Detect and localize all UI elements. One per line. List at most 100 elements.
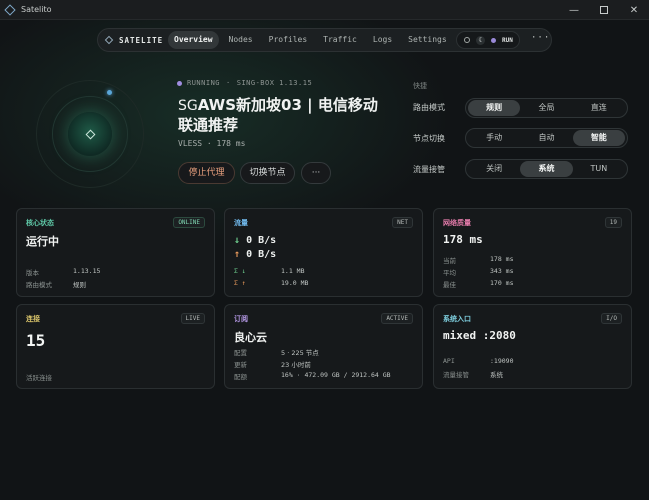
config-key: 配置 — [234, 349, 247, 357]
total-up-value: 19.0 MB — [281, 279, 309, 287]
theme-toggle-button[interactable]: ☾ — [476, 35, 485, 45]
version-key: 版本 — [26, 269, 39, 277]
system-entry-card[interactable]: 系统入口 I/O mixed :2080 API :19090 流量接管 系统 — [433, 304, 632, 389]
switch-node-button[interactable]: 切换节点 — [240, 162, 295, 184]
routing-mode-segment: 规则 全局 直连 — [465, 98, 628, 118]
average-key: 平均 — [443, 269, 456, 277]
updated-value: 23 小时前 — [281, 361, 311, 369]
latency-value: 178 ms — [443, 233, 483, 246]
nav-status-group: ☾ RUN — [456, 31, 520, 49]
download-arrow-icon: ↓ — [234, 235, 241, 246]
country-code: SG — [178, 98, 198, 114]
top-nav: SATELITE Overview Nodes Profiles Traffic… — [97, 28, 552, 52]
takeover-value: 系统 — [490, 371, 503, 379]
nav-more-button[interactable]: ··· — [531, 33, 550, 43]
card-label: 系统入口 — [443, 315, 471, 323]
brand-diamond-icon — [104, 35, 114, 45]
download-speed: ↓ 0 B/s — [234, 235, 276, 246]
window-titlebar: Satelito — ✕ — [0, 0, 649, 20]
brand[interactable]: SATELITE — [104, 35, 168, 45]
updated-key: 更新 — [234, 361, 247, 369]
best-value: 170 ms — [490, 279, 514, 287]
core-version-label: SING-BOX 1.13.15 — [236, 79, 313, 87]
takeover-key: 流量接管 — [443, 371, 469, 379]
switch-option-smart[interactable]: 智能 — [572, 130, 625, 146]
minimize-button[interactable]: — — [559, 0, 589, 20]
current-node-title: SGAWS新加坡03 | 电信移动联通推荐 — [178, 96, 388, 135]
window-title: Satelito — [21, 5, 52, 14]
moon-icon: ☾ — [478, 36, 483, 44]
quality-count-badge: 19 — [604, 217, 622, 228]
total-down-value: 1.1 MB — [281, 267, 305, 275]
tab-traffic[interactable]: Traffic — [317, 31, 363, 49]
brand-name: SATELITE — [119, 35, 164, 45]
takeover-option-off[interactable]: 关闭 — [468, 161, 520, 177]
entry-value: mixed :2080 — [443, 329, 516, 342]
net-badge: NET — [392, 217, 413, 228]
status-separator: · — [226, 79, 231, 87]
traffic-takeover-segment: 关闭 系统 TUN — [465, 159, 628, 179]
tab-overview[interactable]: Overview — [168, 31, 219, 49]
running-label: RUNNING — [187, 79, 221, 87]
run-status-dot — [491, 37, 496, 43]
total-down-key: Σ ↓ — [234, 267, 246, 275]
stop-proxy-button[interactable]: 停止代理 — [178, 162, 235, 184]
core-status-card[interactable]: 核心状态 ONLINE 运行中 版本 1.13.15 路由模式 规则 — [16, 208, 215, 297]
node-switch-segment: 手动 自动 智能 — [465, 128, 628, 148]
upload-arrow-icon: ↑ — [234, 249, 241, 260]
minimize-icon: — — [569, 4, 579, 16]
connection-count: 15 — [26, 331, 46, 350]
upload-speed-value: 0 B/s — [246, 249, 277, 260]
takeover-option-tun[interactable]: TUN — [573, 161, 625, 177]
quota-value: 16% · 472.09 GB / 2912.64 GB — [281, 371, 391, 379]
subscription-name: 良心云 — [234, 331, 267, 344]
app-logo-icon — [4, 3, 16, 16]
switch-option-manual[interactable]: 手动 — [468, 130, 520, 146]
switch-option-auto[interactable]: 自动 — [520, 130, 572, 146]
quota-key: 配额 — [234, 373, 247, 381]
api-value: :19090 — [490, 357, 514, 365]
config-value: 5 · 225 节点 — [281, 349, 319, 357]
tab-logs[interactable]: Logs — [367, 31, 398, 49]
status-line: RUNNING · SING-BOX 1.13.15 — [177, 79, 312, 87]
ring-icon[interactable] — [464, 37, 470, 43]
card-label: 订阅 — [234, 315, 248, 323]
card-label: 核心状态 — [26, 219, 54, 227]
connection-orb[interactable] — [68, 112, 112, 156]
active-connections-label: 活跃连接 — [26, 374, 52, 382]
routing-option-rule[interactable]: 规则 — [468, 100, 521, 116]
subscription-card[interactable]: 订阅 ACTIVE 良心云 配置 5 · 225 节点 更新 23 小时前 配额… — [224, 304, 423, 389]
traffic-card[interactable]: 流量 NET ↓ 0 B/s ↑ 0 B/s Σ ↓ 1.1 MB Σ ↑ 19… — [224, 208, 423, 297]
nav-tabs: Overview Nodes Profiles Traffic Logs Set… — [168, 31, 453, 49]
tab-settings[interactable]: Settings — [402, 31, 453, 49]
traffic-takeover-label: 流量接管 — [413, 165, 445, 174]
diamond-icon — [85, 129, 95, 139]
routing-option-direct[interactable]: 直连 — [573, 100, 625, 116]
maximize-icon — [600, 6, 608, 14]
routing-mode-label: 路由模式 — [413, 103, 445, 112]
tab-nodes[interactable]: Nodes — [223, 31, 259, 49]
routing-mode-key: 路由模式 — [26, 281, 52, 289]
orbit-satellite-dot — [107, 90, 112, 95]
main-area: SATELITE Overview Nodes Profiles Traffic… — [0, 20, 649, 500]
current-key: 当前 — [443, 257, 456, 265]
quick-section-label: 快捷 — [413, 82, 427, 90]
upload-speed: ↑ 0 B/s — [234, 249, 276, 260]
api-key: API — [443, 357, 455, 365]
total-up-key: Σ ↑ — [234, 279, 246, 287]
routing-option-global[interactable]: 全局 — [520, 100, 572, 116]
card-label: 网络质量 — [443, 219, 471, 227]
live-badge: LIVE — [180, 313, 205, 324]
active-badge: ACTIVE — [381, 313, 413, 324]
node-switch-label: 节点切换 — [413, 134, 445, 143]
hero-more-button[interactable]: ··· — [301, 162, 331, 184]
network-quality-card[interactable]: 网络质量 19 178 ms 当前 178 ms 平均 343 ms 最佳 17… — [433, 208, 632, 297]
node-name: AWS新加坡03 | 电信移动联通推荐 — [178, 96, 378, 134]
close-button[interactable]: ✕ — [619, 0, 649, 20]
maximize-button[interactable] — [589, 0, 619, 20]
protocol-latency: VLESS · 178 ms — [178, 139, 246, 148]
connections-card[interactable]: 连接 LIVE 15 活跃连接 — [16, 304, 215, 389]
tab-profiles[interactable]: Profiles — [263, 31, 314, 49]
run-status-label: RUN — [502, 36, 513, 44]
takeover-option-system[interactable]: 系统 — [520, 161, 573, 177]
